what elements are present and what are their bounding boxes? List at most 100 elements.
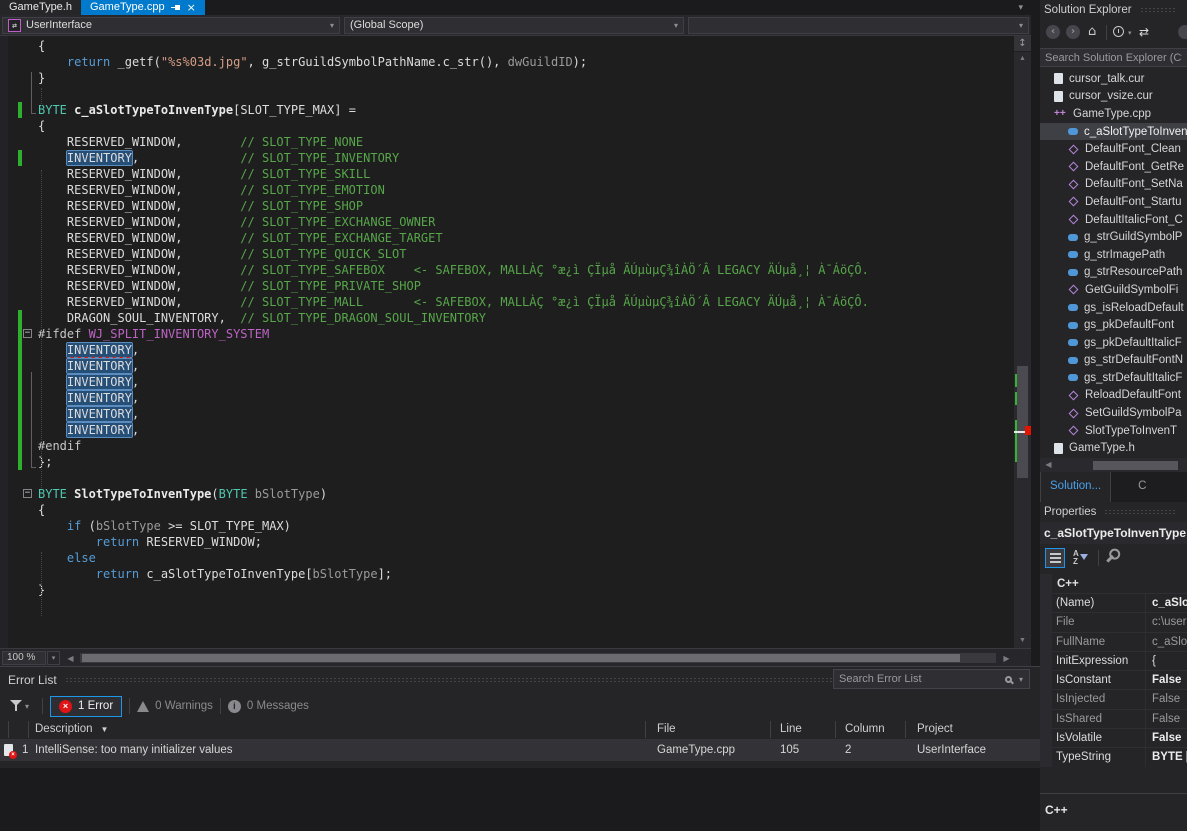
chevron-down-icon[interactable]: ▾ bbox=[25, 702, 29, 711]
code-editor[interactable]: { return _getf("%s%03d.jpg", g_strGuildS… bbox=[0, 36, 1031, 648]
scroll-down-icon[interactable]: ▼ bbox=[1014, 634, 1031, 648]
tree-item[interactable]: DefaultItalicFont_C bbox=[1040, 211, 1187, 229]
home-icon[interactable]: ⌂ bbox=[1088, 23, 1096, 41]
messages-filter-button[interactable]: i 0 Messages bbox=[228, 700, 309, 713]
code-line[interactable]: return c_aSlotTypeToInvenType[bSlotType]… bbox=[0, 566, 1013, 582]
tree-item[interactable]: GetGuildSymbolFi bbox=[1040, 281, 1187, 299]
column-header-line[interactable]: Line bbox=[780, 719, 802, 740]
scroll-up-icon[interactable]: ▲ bbox=[1014, 52, 1031, 66]
code-line[interactable]: DRAGON_SOUL_INVENTORY, // SLOT_TYPE_DRAG… bbox=[0, 310, 1013, 326]
code-line[interactable]: INVENTORY, bbox=[0, 342, 1013, 358]
code-line[interactable]: −BYTE SlotTypeToInvenType(BYTE bSlotType… bbox=[0, 486, 1013, 502]
categorized-view-icon[interactable] bbox=[1045, 548, 1065, 568]
tab-solution-explorer[interactable]: Solution... bbox=[1040, 472, 1111, 502]
code-line[interactable]: { bbox=[0, 38, 1013, 54]
tree-horizontal-scrollbar[interactable]: ◀ bbox=[1040, 458, 1187, 472]
property-row[interactable]: IsSharedFalse bbox=[1040, 709, 1187, 728]
scrollbar-thumb[interactable] bbox=[1017, 366, 1028, 478]
property-value[interactable]: c_aSlotTypeToInvenType bbox=[1145, 633, 1187, 651]
code-line[interactable]: return _getf("%s%03d.jpg", g_strGuildSym… bbox=[0, 54, 1013, 70]
sync-with-active-document-icon[interactable]: ⇄ bbox=[1139, 24, 1149, 40]
errors-filter-button[interactable]: × 1 Error bbox=[50, 696, 122, 717]
code-line[interactable] bbox=[0, 86, 1013, 102]
chevron-down-icon[interactable]: ▾ bbox=[1019, 675, 1023, 684]
member-dropdown[interactable]: ▾ bbox=[688, 17, 1029, 34]
refresh-icon[interactable] bbox=[1178, 25, 1187, 39]
tree-item[interactable]: ++GameType.cpp bbox=[1040, 105, 1187, 123]
tab-gametype-h[interactable]: GameType.h bbox=[0, 0, 81, 15]
scope-dropdown[interactable]: (Global Scope) ▾ bbox=[344, 17, 684, 34]
code-line[interactable]: RESERVED_WINDOW, // SLOT_TYPE_EMOTION bbox=[0, 182, 1013, 198]
code-line[interactable]: −#ifdef WJ_SPLIT_INVENTORY_SYSTEM bbox=[0, 326, 1013, 342]
code-line[interactable]: RESERVED_WINDOW, // SLOT_TYPE_SHOP bbox=[0, 198, 1013, 214]
close-icon[interactable]: × bbox=[187, 0, 196, 15]
code-line[interactable]: else bbox=[0, 550, 1013, 566]
code-line[interactable]: #endif bbox=[0, 438, 1013, 454]
zoom-level-dropdown[interactable]: 100 % bbox=[2, 651, 46, 665]
code-line[interactable]: RESERVED_WINDOW, // SLOT_TYPE_SKILL bbox=[0, 166, 1013, 182]
code-line[interactable]: if (bSlotType >= SLOT_TYPE_MAX) bbox=[0, 518, 1013, 534]
filter-icon[interactable] bbox=[10, 699, 22, 713]
tree-item[interactable]: DefaultFont_Startu bbox=[1040, 193, 1187, 211]
code-line[interactable]: INVENTORY, // SLOT_TYPE_INVENTORY bbox=[0, 150, 1013, 166]
tab-list-chevron-icon[interactable]: ▾ bbox=[1018, 0, 1031, 15]
chevron-down-icon[interactable]: ▾ bbox=[47, 651, 60, 665]
code-line[interactable]: RESERVED_WINDOW, // SLOT_TYPE_MALL <- SA… bbox=[0, 294, 1013, 310]
tree-item[interactable]: SetGuildSymbolPa bbox=[1040, 404, 1187, 422]
code-line[interactable]: }; bbox=[0, 454, 1013, 470]
tree-item[interactable]: SlotTypeToInvenT bbox=[1040, 422, 1187, 440]
search-input[interactable] bbox=[1040, 52, 1187, 64]
property-row[interactable]: IsConstantFalse bbox=[1040, 670, 1187, 689]
code-line[interactable]: RESERVED_WINDOW, // SLOT_TYPE_PRIVATE_SH… bbox=[0, 278, 1013, 294]
property-value[interactable]: c_aSlotTypeToInvenType bbox=[1145, 594, 1187, 612]
code-line[interactable]: INVENTORY, bbox=[0, 374, 1013, 390]
tree-item[interactable]: ReloadDefaultFont bbox=[1040, 387, 1187, 405]
solution-explorer-search[interactable] bbox=[1040, 48, 1187, 67]
search-input[interactable] bbox=[834, 673, 1005, 685]
alphabetical-sort-icon[interactable]: AZ bbox=[1072, 549, 1090, 567]
properties-object-name[interactable]: c_aSlotTypeToInvenType bbox=[1040, 522, 1187, 544]
scroll-left-icon[interactable]: ◀ bbox=[64, 652, 77, 665]
tree-item[interactable]: DefaultFont_Clean bbox=[1040, 140, 1187, 158]
code-line[interactable]: return RESERVED_WINDOW; bbox=[0, 534, 1013, 550]
column-header-description[interactable]: Description▼ bbox=[35, 719, 108, 740]
tree-item[interactable]: DefaultFont_SetNa bbox=[1040, 176, 1187, 194]
solution-explorer-titlebar[interactable]: Solution Explorer bbox=[1040, 0, 1187, 20]
code-area[interactable]: { return _getf("%s%03d.jpg", g_strGuildS… bbox=[0, 38, 1013, 598]
warnings-filter-button[interactable]: 0 Warnings bbox=[137, 700, 213, 712]
property-value[interactable]: { bbox=[1145, 652, 1187, 670]
pin-icon[interactable] bbox=[171, 2, 181, 13]
property-pages-icon[interactable] bbox=[1103, 546, 1126, 569]
property-row[interactable]: IsVolatileFalse bbox=[1040, 728, 1187, 747]
code-line[interactable]: RESERVED_WINDOW, // SLOT_TYPE_SAFEBOX <-… bbox=[0, 262, 1013, 278]
property-value[interactable]: False bbox=[1145, 671, 1187, 689]
scroll-right-icon[interactable]: ▶ bbox=[1000, 652, 1013, 665]
chevron-down-icon[interactable]: ▾ bbox=[1128, 29, 1132, 37]
property-value[interactable]: False bbox=[1145, 710, 1187, 728]
tab-gametype-cpp[interactable]: GameType.cpp × bbox=[81, 0, 205, 15]
property-row[interactable]: IsInjectedFalse bbox=[1040, 689, 1187, 708]
tree-item[interactable]: g_strImagePath bbox=[1040, 246, 1187, 264]
code-line[interactable]: INVENTORY, bbox=[0, 406, 1013, 422]
code-line[interactable]: { bbox=[0, 502, 1013, 518]
tree-item[interactable]: GameType.h bbox=[1040, 439, 1187, 457]
code-line[interactable]: RESERVED_WINDOW, // SLOT_TYPE_QUICK_SLOT bbox=[0, 246, 1013, 262]
error-row[interactable]: × 1 IntelliSense: too many initializer v… bbox=[0, 740, 1040, 761]
tree-item[interactable]: g_strGuildSymbolP bbox=[1040, 228, 1187, 246]
code-line[interactable] bbox=[0, 470, 1013, 486]
code-line[interactable]: RESERVED_WINDOW, // SLOT_TYPE_EXCHANGE_T… bbox=[0, 230, 1013, 246]
fold-collapse-icon[interactable]: − bbox=[23, 489, 32, 498]
code-line[interactable]: RESERVED_WINDOW, // SLOT_TYPE_NONE bbox=[0, 134, 1013, 150]
scrollbar-thumb[interactable] bbox=[1093, 461, 1178, 470]
error-list-search[interactable]: ▾ bbox=[833, 669, 1030, 689]
property-value[interactable]: False bbox=[1145, 729, 1187, 747]
pending-changes-filter-icon[interactable] bbox=[1113, 26, 1124, 37]
forward-icon[interactable]: › bbox=[1066, 25, 1080, 39]
tree-item[interactable]: gs_pkDefaultItalicF bbox=[1040, 334, 1187, 352]
property-value[interactable]: c:\users\ bbox=[1145, 613, 1187, 631]
splitter-handle-icon[interactable]: ↕ bbox=[1014, 36, 1031, 52]
property-row[interactable]: InitExpression{ bbox=[1040, 651, 1187, 670]
code-line[interactable]: } bbox=[0, 70, 1013, 86]
tree-item[interactable]: DefaultFont_GetRe bbox=[1040, 158, 1187, 176]
tree-item[interactable]: cursor_talk.cur bbox=[1040, 70, 1187, 88]
